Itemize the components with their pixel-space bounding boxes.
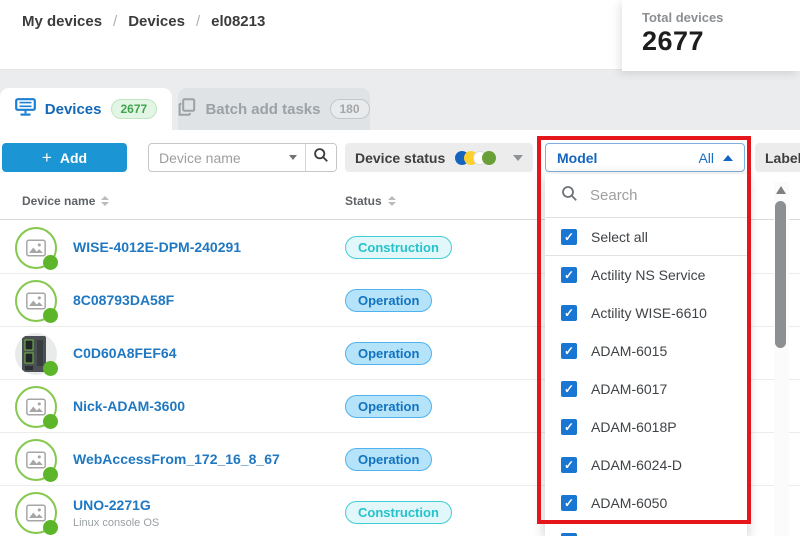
- tab-batch-add-tasks-label: Batch add tasks: [205, 101, 320, 118]
- checkbox-icon[interactable]: ✓: [561, 343, 577, 359]
- checkbox-icon[interactable]: ✓: [561, 267, 577, 283]
- filter-model-value: All: [698, 150, 714, 166]
- tab-devices-label: Devices: [45, 101, 102, 118]
- tab-devices[interactable]: Devices 2677: [0, 88, 172, 130]
- filter-label[interactable]: Label: [755, 143, 800, 172]
- breadcrumb-item[interactable]: My devices: [22, 13, 102, 30]
- chevron-down-icon: [289, 155, 297, 160]
- checkbox-icon[interactable]: ✓: [561, 305, 577, 321]
- device-name-search-button[interactable]: [305, 144, 336, 171]
- device-name-link[interactable]: WISE-4012E-DPM-240291: [73, 239, 241, 255]
- search-icon: [313, 147, 329, 168]
- device-name-link[interactable]: UNO-2271G: [73, 497, 151, 513]
- status-badge: Operation: [345, 289, 432, 312]
- filter-device-status-label: Device status: [355, 150, 445, 166]
- model-option[interactable]: ✓ ADAM-6024-D: [545, 446, 747, 484]
- status-dots-icon: [455, 151, 496, 165]
- breadcrumb: My devices / Devices / el08213: [22, 13, 265, 30]
- plus-icon: +: [42, 149, 52, 166]
- vertical-scrollbar[interactable]: [774, 182, 789, 536]
- filter-model-label: Model: [557, 150, 597, 166]
- online-status-dot: [43, 467, 58, 482]
- app-root: My devices / Devices / el08213 Total devices…: [0, 0, 800, 536]
- checkbox-icon[interactable]: ✓: [561, 229, 577, 245]
- model-option-label: ADAM-6015: [591, 343, 667, 359]
- status-dot-icon: [482, 151, 496, 165]
- chevron-up-icon: [723, 155, 733, 161]
- device-name-link[interactable]: C0D60A8FEF64: [73, 345, 177, 361]
- model-option[interactable]: ✓ ADAM-6018P: [545, 408, 747, 446]
- status-badge: Operation: [345, 448, 432, 471]
- model-option-label: ADAM-6018P: [591, 419, 677, 435]
- total-devices-card: Total devices 2677: [622, 0, 800, 71]
- tab-batch-add-tasks[interactable]: Batch add tasks 180: [178, 88, 370, 130]
- device-name-link[interactable]: WebAccessFrom_172_16_8_67: [73, 451, 280, 467]
- breadcrumb-item: el08213: [211, 13, 265, 30]
- total-devices-label: Total devices: [642, 10, 800, 25]
- batch-tasks-icon: [178, 98, 196, 121]
- model-option-label: ADAM-6050: [591, 495, 667, 511]
- add-button-label: Add: [60, 150, 87, 166]
- status-badge: Operation: [345, 342, 432, 365]
- model-option[interactable]: ✓ ADAM-6015: [545, 332, 747, 370]
- total-devices-value: 2677: [642, 26, 800, 57]
- sort-icon: [388, 196, 396, 206]
- tab-devices-badge: 2677: [111, 99, 158, 119]
- model-dropdown-search[interactable]: [545, 174, 747, 218]
- model-option-label: ADAM-6017: [591, 381, 667, 397]
- status-badge: Construction: [345, 501, 452, 524]
- model-option-label: Actility WISE-6610: [591, 305, 707, 321]
- device-name-input[interactable]: [149, 150, 281, 166]
- filter-model[interactable]: Model All: [545, 143, 745, 172]
- device-name-link[interactable]: 8C08793DA58F: [73, 292, 174, 308]
- search-icon: [561, 185, 578, 207]
- online-status-dot: [43, 520, 58, 535]
- model-option[interactable]: ✓ ADAM-6017: [545, 370, 747, 408]
- model-option[interactable]: ✓ ADAM-6050: [545, 484, 747, 522]
- device-name-dropdown-caret[interactable]: [281, 144, 305, 171]
- model-option[interactable]: ✓ADAM-6051: [545, 522, 747, 536]
- top-bar: My devices / Devices / el08213 Total devices…: [0, 0, 800, 70]
- status-badge: Construction: [345, 236, 452, 259]
- device-name-search-combo: [148, 143, 337, 172]
- checkbox-icon[interactable]: ✓: [561, 381, 577, 397]
- model-option-label: ADAM-6024-D: [591, 457, 682, 473]
- online-status-dot: [43, 361, 58, 376]
- devices-icon: [15, 98, 36, 121]
- device-name-link[interactable]: Nick-ADAM-3600: [73, 398, 185, 414]
- checkbox-icon[interactable]: ✓: [561, 419, 577, 435]
- online-status-dot: [43, 414, 58, 429]
- model-option[interactable]: ✓ Actility NS Service: [545, 256, 747, 294]
- breadcrumb-item[interactable]: Devices: [128, 13, 185, 30]
- checkbox-icon[interactable]: ✓: [561, 495, 577, 511]
- breadcrumb-separator: /: [196, 13, 200, 30]
- model-search-input[interactable]: [590, 187, 720, 204]
- filter-label-label: Label: [765, 150, 800, 166]
- tab-batch-add-tasks-badge: 180: [330, 99, 370, 119]
- chevron-down-icon: [513, 155, 523, 161]
- device-subtitle: Linux console OS: [73, 517, 159, 529]
- breadcrumb-separator: /: [113, 13, 117, 30]
- column-header-status[interactable]: Status: [345, 194, 396, 208]
- filter-device-status[interactable]: Device status: [345, 143, 533, 172]
- sort-icon: [101, 196, 109, 206]
- model-option[interactable]: ✓ Select all: [545, 218, 747, 256]
- online-status-dot: [43, 255, 58, 270]
- status-badge: Operation: [345, 395, 432, 418]
- column-header-device-name[interactable]: Device name: [22, 194, 109, 208]
- online-status-dot: [43, 308, 58, 323]
- model-option-label: Actility NS Service: [591, 267, 705, 283]
- scrollbar-thumb[interactable]: [775, 201, 786, 348]
- model-option-list: ✓ Select all ✓ Actility NS Service ✓ Actility…: [545, 218, 747, 536]
- scroll-up-arrow-icon[interactable]: [776, 186, 786, 194]
- tab-band: Devices 2677 Batch add tasks 180: [0, 70, 800, 130]
- add-button[interactable]: + Add: [2, 143, 127, 172]
- model-option-label: Select all: [591, 229, 648, 245]
- model-dropdown-menu: ✓ Select all ✓ Actility NS Service ✓ Actility…: [545, 174, 747, 536]
- model-option[interactable]: ✓ Actility WISE-6610: [545, 294, 747, 332]
- checkbox-icon[interactable]: ✓: [561, 457, 577, 473]
